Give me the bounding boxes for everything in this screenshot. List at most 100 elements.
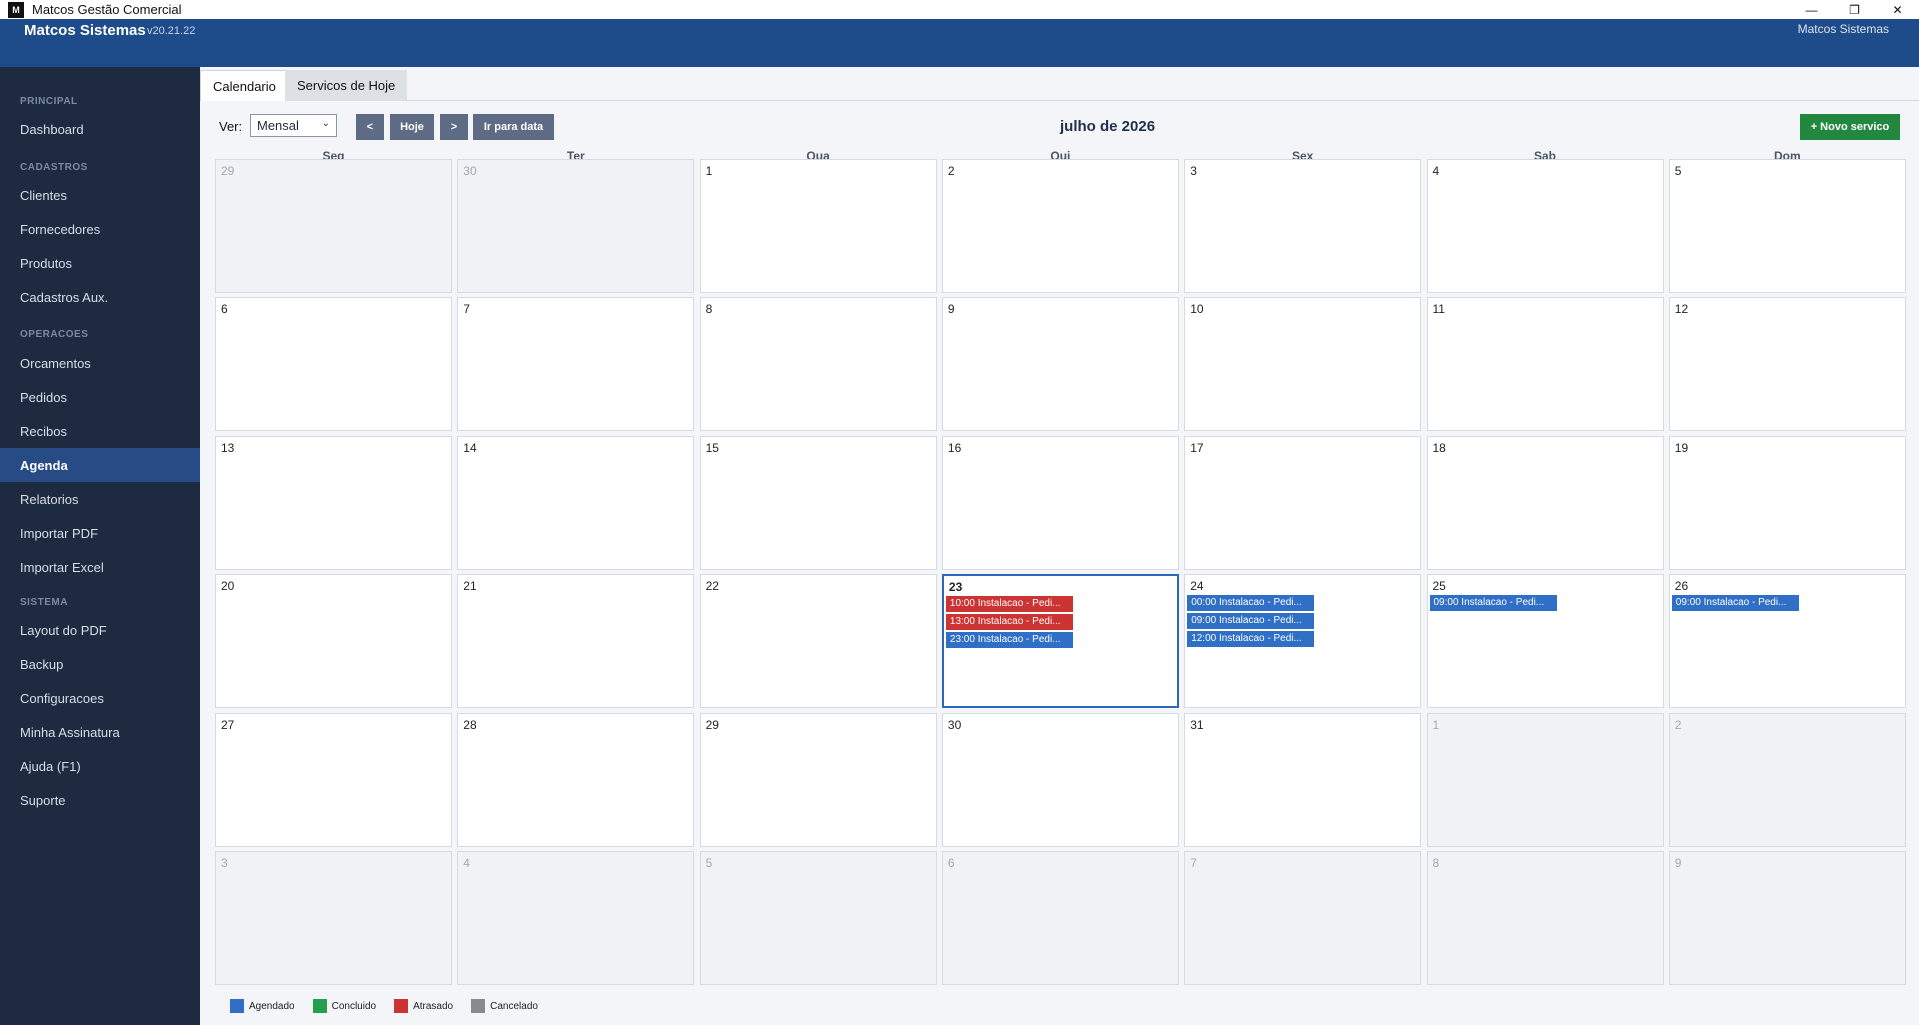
sidebar-item-importar-pdf[interactable]: Importar PDF (0, 516, 200, 550)
calendar-day-cell[interactable]: 5 (699, 851, 937, 985)
calendar-event[interactable]: 12:00 Instalacao - Pedi... (1187, 631, 1315, 648)
calendar-event[interactable]: 00:00 Instalacao - Pedi... (1187, 595, 1315, 612)
calendar-day-cell[interactable]: 12 (1668, 297, 1906, 432)
calendar-day-cell[interactable]: 1 (1426, 712, 1664, 847)
close-icon[interactable]: ✕ (1876, 0, 1919, 19)
calendar-event[interactable]: 09:00 Instalacao - Pedi... (1429, 595, 1557, 612)
today-button[interactable]: Hoje (390, 114, 434, 140)
sidebar-item-layout-pdf[interactable]: Layout do PDF (0, 613, 200, 647)
calendar-day-cell[interactable]: 7 (457, 297, 695, 432)
calendar-day-cell[interactable]: 3 (215, 851, 452, 985)
calendar-day-cell[interactable]: 8 (699, 297, 937, 432)
new-service-button[interactable]: + Novo servico (1800, 114, 1900, 140)
calendar-day-cell[interactable]: 26 09:00 Instalacao - Pedi... (1668, 574, 1906, 709)
calendar-event[interactable]: 10:00 Instalacao - Pedi... (945, 596, 1073, 613)
calendar-day-cell[interactable]: 18 (1426, 435, 1664, 570)
sidebar-item-ajuda[interactable]: Ajuda (F1) (0, 749, 200, 783)
calendar-day-cell[interactable]: 10 (1184, 297, 1422, 432)
legend-label: Cancelado (490, 1000, 538, 1012)
sidebar-item-orcamentos[interactable]: Orcamentos (0, 346, 200, 380)
legend-label: Agendado (249, 1000, 295, 1012)
day-number: 8 (1432, 856, 1440, 870)
sidebar-section-cadastros: CADASTROS (20, 162, 88, 173)
sidebar-section-principal: PRINCIPAL (20, 96, 78, 107)
calendar-day-cell[interactable]: 29 (215, 159, 452, 293)
calendar-day-cell[interactable]: 8 (1426, 851, 1664, 985)
calendar-day-cell[interactable]: 30 (941, 712, 1179, 847)
view-select[interactable]: Mensal ⌄ (250, 114, 337, 137)
calendar-day-cell[interactable]: 28 (457, 712, 695, 847)
calendar-day-cell[interactable]: 9 (941, 297, 1179, 432)
calendar-day-cell[interactable]: 7 (1184, 851, 1422, 985)
legend-item-concluido: Concluido (312, 999, 377, 1013)
day-number: 29 (705, 717, 719, 732)
sidebar-item-fornecedores[interactable]: Fornecedores (0, 212, 200, 246)
calendar-day-cell[interactable]: 27 (215, 712, 452, 847)
window-title: Matcos Gestão Comercial (32, 2, 182, 17)
sidebar-item-produtos[interactable]: Produtos (0, 246, 200, 280)
month-title: julho de 2026 (1060, 118, 1156, 135)
calendar-day-cell[interactable]: 4 (457, 851, 695, 985)
sidebar-item-minha-assinatura[interactable]: Minha Assinatura (0, 715, 200, 749)
calendar-event[interactable]: 13:00 Instalacao - Pedi... (945, 614, 1073, 631)
calendar-day-cell[interactable]: 1 (699, 159, 937, 293)
sidebar-item-recibos[interactable]: Recibos (0, 414, 200, 448)
calendar-day-cell[interactable]: 21 (457, 574, 695, 709)
calendar-day-cell[interactable]: 16 (941, 435, 1179, 570)
calendar-day-cell[interactable]: 6 (941, 851, 1179, 985)
sidebar-item-suporte[interactable]: Suporte (0, 783, 200, 817)
minimize-icon[interactable]: — (1790, 0, 1833, 19)
day-number: 1 (705, 164, 713, 178)
calendar-event[interactable]: 23:00 Instalacao - Pedi... (945, 632, 1073, 649)
calendar-day-cell[interactable]: 5 (1668, 159, 1906, 293)
legend-item-agendado: Agendado (230, 999, 295, 1013)
sidebar-item-configuracoes[interactable]: Configuracoes (0, 681, 200, 715)
day-number: 27 (221, 717, 235, 732)
calendar-day-cell[interactable]: 29 (699, 712, 937, 847)
status-legend: Agendado Concluido Atrasado Cancelado (230, 999, 556, 1013)
calendar-day-cell[interactable]: 31 (1184, 712, 1422, 847)
sidebar-item-agenda[interactable]: Agenda (0, 448, 200, 482)
calendar-day-cell-today[interactable]: 23 10:00 Instalacao - Pedi... 13:00 Instal… (941, 574, 1179, 709)
sidebar-item-clientes[interactable]: Clientes (0, 178, 200, 212)
calendar-day-cell[interactable]: 2 (941, 159, 1179, 293)
calendar-event[interactable]: 09:00 Instalacao - Pedi... (1671, 595, 1799, 612)
next-month-button[interactable]: > (440, 114, 468, 140)
calendar-day-cell[interactable]: 20 (215, 574, 452, 709)
calendar-day-cell[interactable]: 9 (1668, 851, 1906, 985)
calendar-day-cell[interactable]: 24 00:00 Instalacao - Pedi... 09:00 Instal… (1184, 574, 1422, 709)
calendar-day-cell[interactable]: 2 (1668, 712, 1906, 847)
calendar-day-cell[interactable]: 30 (457, 159, 695, 293)
sidebar-item-importar-excel[interactable]: Importar Excel (0, 550, 200, 584)
day-number: 30 (463, 164, 477, 178)
sidebar-item-pedidos[interactable]: Pedidos (0, 380, 200, 414)
tab-servicos-de-hoje[interactable]: Servicos de Hoje (285, 70, 408, 101)
legend-label: Concluido (331, 1000, 377, 1012)
calendar-day-cell[interactable]: 3 (1184, 159, 1422, 293)
day-number: 9 (1674, 856, 1682, 870)
calendar-day-cell[interactable]: 17 (1184, 435, 1422, 570)
calendar-day-cell[interactable]: 25 09:00 Instalacao - Pedi... (1426, 574, 1664, 709)
calendar-day-cell[interactable]: 19 (1668, 435, 1906, 570)
legend-swatch-cancelado (471, 999, 486, 1013)
tab-calendario[interactable]: Calendario (200, 70, 289, 101)
calendar-event[interactable]: 09:00 Instalacao - Pedi... (1187, 613, 1315, 630)
day-number: 18 (1432, 440, 1446, 455)
sidebar-item-dashboard[interactable]: Dashboard (0, 112, 200, 146)
sidebar-item-relatorios[interactable]: Relatorios (0, 482, 200, 516)
sidebar-item-backup[interactable]: Backup (0, 647, 200, 681)
goto-date-button[interactable]: Ir para data (473, 114, 554, 140)
calendar-day-cell[interactable]: 22 (699, 574, 937, 709)
calendar-day-cell[interactable]: 13 (215, 435, 452, 570)
prev-month-button[interactable]: < (356, 114, 384, 140)
sidebar-item-cadastros-aux[interactable]: Cadastros Aux. (0, 280, 200, 314)
brand-name: Matcos Sistemas (24, 22, 146, 39)
calendar-day-cell[interactable]: 6 (215, 297, 452, 432)
restore-icon[interactable]: ❐ (1833, 0, 1876, 19)
calendar-day-cell[interactable]: 4 (1426, 159, 1664, 293)
calendar-day-cell[interactable]: 11 (1426, 297, 1664, 432)
calendar-day-cell[interactable]: 14 (457, 435, 695, 570)
day-number: 2 (1674, 717, 1682, 732)
calendar-day-cell[interactable]: 15 (699, 435, 937, 570)
header-user-name: Matcos Sistemas (1797, 22, 1889, 36)
